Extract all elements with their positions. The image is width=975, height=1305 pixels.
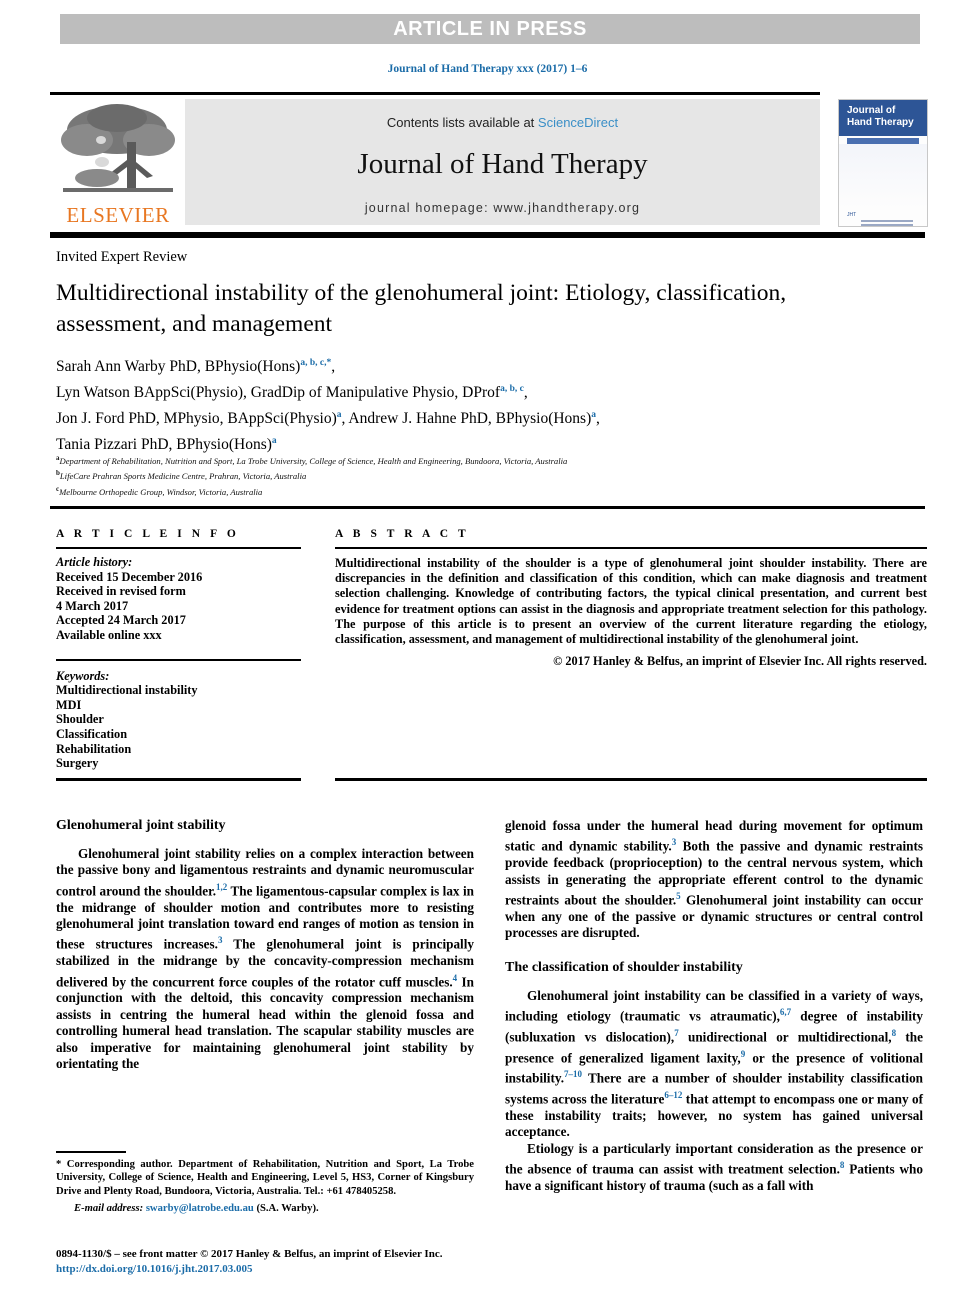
abstract-rule [335, 547, 927, 549]
history-item: Available online xxx [56, 627, 162, 642]
contents-lists-prefix: Contents lists available at [386, 115, 538, 130]
history-item: Received 15 December 2016 [56, 569, 203, 584]
issn-front-matter: 0894-1130/$ – see front matter © 2017 Ha… [56, 1248, 443, 1260]
abstract-column: A B S T R A C T Multidirectional instabi… [335, 528, 927, 669]
body-paragraph: Etiology is a particularly important con… [505, 1141, 923, 1195]
author-trailing: , Andrew J. Hahne PhD, BPhysio(Hons) [341, 410, 592, 428]
author-line-3: Jon J. Ford PhD, MPhysio, BAppSci(Physio… [56, 404, 916, 430]
page-title: Multidirectional instability of the glen… [56, 280, 787, 337]
cover-footer-mark: JHT [847, 212, 857, 218]
journal-homepage-line[interactable]: journal homepage: www.jhandtherapy.org [185, 201, 820, 215]
author-name: Jon J. Ford PhD, MPhysio, BAppSci(Physio… [56, 410, 337, 428]
author-trailing-comma: , [596, 410, 600, 428]
abstract-heading: A B S T R A C T [335, 528, 470, 540]
keyword-item: Multidirectional instability [56, 683, 198, 698]
abstract-copyright: © 2017 Hanley & Belfus, an imprint of El… [553, 654, 927, 669]
affiliation-item: cMelbourne Orthopedic Group, Windsor, Vi… [56, 483, 926, 498]
body-paragraph: Glenohumeral joint instability can be cl… [505, 988, 923, 1141]
footnote-rule [56, 1151, 126, 1153]
history-item: Received in revised form [56, 584, 186, 599]
keyword-item: MDI [56, 697, 82, 712]
author-list: Sarah Ann Warby PhD, BPhysio(Hons)a, b, … [56, 352, 916, 457]
section-heading-classification: The classification of shoulder instabili… [505, 959, 743, 975]
masthead-bottom-rule [50, 232, 925, 238]
citation-ref[interactable]: 1,2 [216, 882, 227, 892]
abstract-text: Multidirectional instability of the shou… [335, 556, 927, 647]
doi-link[interactable]: http://dx.doi.org/10.1016/j.jht.2017.03.… [56, 1263, 926, 1275]
keywords-bottom-rule [56, 778, 301, 781]
cover-title-band: Journal of Hand Therapy [839, 100, 927, 136]
masthead-top-rule [50, 92, 820, 95]
affiliation-text: LifeCare Prahran Sports Medicine Centre,… [59, 471, 307, 482]
footnote-block: * Corresponding author. Department of Re… [56, 1158, 474, 1216]
article-history-label: Article history: [56, 555, 133, 569]
sciencedirect-link[interactable]: ScienceDirect [538, 115, 618, 130]
article-info-column: A R T I C L E I N F O Article history: R… [56, 528, 301, 771]
affiliation-text: Melbourne Orthopedic Group, Windsor, Vic… [59, 486, 263, 497]
article-doctype: Invited Expert Review [56, 249, 188, 265]
article-in-press-banner: ARTICLE IN PRESS [60, 14, 920, 44]
journal-title: Journal of Hand Therapy [357, 148, 648, 180]
citation-ref[interactable]: 7–10 [564, 1069, 582, 1079]
cover-title-line1: Journal of [847, 105, 896, 116]
history-item: Accepted 24 March 2017 [56, 613, 186, 628]
abstract-bottom-rule [335, 778, 927, 781]
section-heading-glenohumeral-stability: Glenohumeral joint stability [56, 818, 226, 833]
keywords-block: Keywords: Multidirectional instability M… [56, 669, 301, 771]
info-section-top-rule [50, 506, 925, 509]
author-trailing: , [331, 358, 336, 376]
email-link[interactable]: swarby@latrobe.edu.au [146, 1203, 254, 1214]
elsevier-wordmark: ELSEVIER [66, 203, 170, 227]
email-label: E-mail address: [74, 1203, 144, 1215]
cover-title-line2: Hand Therapy [847, 117, 914, 128]
citation-ref[interactable]: 6–12 [664, 1090, 682, 1100]
email-suffix: (S.A. Warby). [256, 1203, 319, 1215]
citation-ref[interactable]: 6,7 [780, 1007, 791, 1017]
body-paragraph: glenoid fossa under the humeral head dur… [505, 818, 923, 942]
elsevier-tree-icon [61, 104, 175, 192]
cover-body-area [839, 144, 927, 208]
article-page: ARTICLE IN PRESS Journal of Hand Therapy… [0, 0, 975, 1305]
author-trailing: , [523, 384, 528, 402]
cover-footer-lines [861, 220, 927, 226]
body-column-left: Glenohumeral joint stability Glenohumera… [56, 818, 474, 1072]
affiliation-text: Department of Rehabilitation, Nutrition … [59, 455, 568, 466]
journal-citation-line: Journal of Hand Therapy xxx (2017) 1–6 [387, 63, 588, 75]
body-column-right: glenoid fossa under the humeral head dur… [505, 818, 923, 1194]
author-name: Lyn Watson BAppSci(Physio), GradDip of M… [56, 384, 501, 402]
elsevier-logo: ELSEVIER [57, 100, 179, 228]
history-item: 4 March 2017 [56, 598, 129, 613]
corresponding-author-note: * Corresponding author. Department of Re… [56, 1159, 474, 1197]
keyword-item: Classification [56, 726, 128, 741]
author-affil-marks: a, b, c,* [300, 358, 332, 368]
keyword-item: Rehabilitation [56, 741, 132, 756]
contents-lists-line: Contents lists available at ScienceDirec… [185, 99, 820, 130]
keyword-item: Surgery [56, 756, 99, 771]
para-text: unidirectional or multidirectional, [678, 1029, 892, 1045]
author-line-1: Sarah Ann Warby PhD, BPhysio(Hons)a, b, … [56, 352, 916, 378]
journal-masthead-box: Contents lists available at ScienceDirec… [185, 99, 820, 225]
keywords-rule [56, 658, 301, 661]
body-paragraph: Glenohumeral joint stability relies on a… [56, 846, 474, 1072]
journal-cover-thumbnail: Journal of Hand Therapy JHT [838, 99, 928, 227]
keyword-item: Shoulder [56, 712, 104, 727]
article-in-press-label: ARTICLE IN PRESS [393, 17, 587, 40]
article-info-heading: A R T I C L E I N F O [56, 528, 240, 540]
article-history-block: Article history: Received 15 December 20… [56, 555, 301, 643]
keywords-label: Keywords: [56, 668, 110, 683]
article-info-rule [56, 547, 301, 549]
affiliation-item: bLifeCare Prahran Sports Medicine Centre… [56, 467, 926, 482]
author-name: Sarah Ann Warby PhD, BPhysio(Hons) [56, 358, 301, 376]
author-affil-marks: a [271, 436, 277, 447]
email-note: E-mail address: swarby@latrobe.edu.au (S… [56, 1202, 474, 1215]
affiliation-list: aDepartment of Rehabilitation, Nutrition… [56, 452, 926, 498]
affiliation-item: aDepartment of Rehabilitation, Nutrition… [56, 452, 926, 467]
author-affil-marks: a, b, c [500, 384, 524, 395]
author-line-2: Lyn Watson BAppSci(Physio), GradDip of M… [56, 378, 916, 404]
